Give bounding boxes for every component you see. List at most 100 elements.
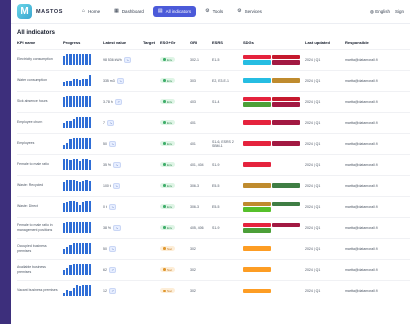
brand-logo[interactable]: M MASTOS	[17, 4, 63, 19]
esg-cell: Env	[160, 174, 190, 196]
table-row[interactable]: Female to male ratio in management posit…	[17, 216, 410, 238]
column-header[interactable]: Last updated	[305, 40, 345, 49]
column-header[interactable]: Progress	[63, 40, 103, 49]
column-header[interactable]: Responsible	[345, 40, 410, 49]
progress-bar	[85, 138, 88, 149]
table-row[interactable]: Sick absence hours 3.78 h ↗ Env 403 S1-4 2024 …	[17, 90, 410, 112]
signin-link[interactable]: Sign	[395, 9, 404, 14]
esg-cell: Env	[160, 195, 190, 217]
nav-item-tools[interactable]: ⚙ Tools	[200, 6, 228, 17]
last-updated: 2024 | Q1	[305, 48, 345, 70]
kpi-name[interactable]: Employee churn	[17, 111, 63, 133]
nav-item-dashboard[interactable]: ▦ Dashboard	[109, 6, 149, 17]
trend-icon: ↘	[112, 161, 121, 168]
esrs-code	[212, 279, 243, 301]
target-cell	[143, 48, 160, 70]
last-updated: 2024 | Q1	[305, 216, 345, 238]
gri-code: 302-1	[190, 48, 212, 70]
progress-bar	[66, 142, 69, 149]
target-cell	[143, 258, 160, 280]
progress-bar	[85, 96, 88, 107]
target-cell	[143, 132, 160, 154]
table-row[interactable]: Water consumption 335 m3 ↘ Env 303 E2, E3.E-1…	[17, 69, 410, 91]
kpi-name[interactable]: Sick absence hours	[17, 90, 63, 112]
kpi-name[interactable]: Female to male ratio	[17, 153, 63, 175]
latest-value-cell: 7 ↘	[103, 111, 143, 133]
target-cell	[143, 174, 160, 196]
gri-code: 403	[190, 90, 212, 112]
logo-icon: M	[17, 4, 32, 19]
nav-item-label: Dashboard	[121, 9, 144, 14]
esrs-code: E2, E3.E-1	[212, 69, 243, 91]
table-row[interactable]: Waste: Direct 0 t ↘ Env 306-3 E5-5 2024 | Q1 ma…	[17, 195, 410, 217]
last-updated: 2024 | Q1	[305, 111, 345, 133]
table-row[interactable]: Vacant business premises 12 ↗ Soc 302 2024 | …	[17, 279, 410, 301]
kpi-name[interactable]: Waste: Direct	[17, 195, 63, 217]
sdgs-cell	[243, 195, 305, 217]
nav-item-label: Services	[244, 9, 262, 14]
responsible-email: martta@datamorall.fi	[345, 216, 410, 238]
column-header[interactable]: KPI name	[17, 40, 63, 49]
latest-value: 335 m3	[103, 78, 115, 83]
sdgs-cell	[243, 111, 305, 133]
esg-label: Soc	[167, 246, 173, 251]
progress-sparkline	[63, 54, 101, 65]
language-selector[interactable]: ◍ English	[370, 9, 390, 15]
nav-item-home[interactable]: ⌂ Home	[77, 6, 105, 17]
sdg-goal-icon	[272, 222, 300, 227]
progress-bar	[69, 81, 72, 86]
kpi-name[interactable]: Occupied business premises	[17, 237, 63, 259]
column-header[interactable]: ESG+Gr	[160, 40, 190, 49]
kpi-name[interactable]: Available business premises	[17, 258, 63, 280]
target-cell	[143, 111, 160, 133]
sdg-goal-icon	[243, 267, 271, 272]
latest-value: 38 %	[103, 225, 111, 230]
column-header[interactable]: SDGs	[243, 40, 305, 49]
progress-sparkline	[63, 75, 101, 86]
progress-bar	[72, 264, 75, 275]
latest-value-cell: 50 ↘	[103, 132, 143, 154]
kpi-name[interactable]: Female to male ratio in management posit…	[17, 216, 63, 238]
table-row[interactable]: Available business premises 62 ↗ Soc 302 2024…	[17, 258, 410, 280]
progress-bar	[63, 97, 66, 107]
kpi-name[interactable]: Employees	[17, 132, 63, 154]
nav-item-services[interactable]: ⚙ Services	[232, 6, 267, 17]
progress-cell	[63, 90, 103, 112]
nav-item-label: Home	[88, 9, 101, 14]
table-row[interactable]: Employee churn 7 ↘ Env 401 2024 | Q1 martta@da…	[17, 111, 410, 133]
esg-badge: Env	[160, 57, 176, 62]
progress-bar	[63, 56, 66, 65]
column-header[interactable]: ESRS	[212, 40, 243, 49]
latest-value-cell: 335 m3 ↘	[103, 69, 143, 91]
column-header[interactable]: Target	[143, 40, 160, 49]
gri-code: 302	[190, 279, 212, 301]
esrs-code	[212, 237, 243, 259]
table-row[interactable]: Employees 50 ↘ Env 401 S1-6, ESRS 2 SBM-1 2024…	[17, 132, 410, 154]
nav-item-all-indicators[interactable]: ▤ All indicators	[152, 6, 197, 17]
gri-code: 401, 404	[190, 153, 212, 175]
esg-dot-icon	[163, 163, 166, 166]
progress-bar	[66, 54, 69, 65]
esrs-code: E1-5	[212, 48, 243, 70]
progress-bar	[69, 201, 72, 212]
progress-bar	[63, 82, 66, 86]
progress-sparkline	[63, 180, 101, 191]
progress-bar	[78, 54, 82, 65]
target-cell	[143, 69, 160, 91]
progress-bar	[72, 243, 75, 254]
sdg-goal-icon	[243, 102, 271, 107]
table-row[interactable]: Waste: Recycled 100 t ↘ Env 306-3 E5-5 2024 | …	[17, 174, 410, 196]
table-row[interactable]: Electricity consumption 98 536 kWh ↘ Env 302…	[17, 48, 410, 70]
last-updated: 2024 | Q1	[305, 237, 345, 259]
table-row[interactable]: Female to male ratio 35 % ↘ Env 401, 404 S1-9…	[17, 153, 410, 175]
progress-bar	[72, 54, 75, 65]
kpi-name[interactable]: Electricity consumption	[17, 48, 63, 70]
kpi-name[interactable]: Water consumption	[17, 69, 63, 91]
kpi-name[interactable]: Vacant business premises	[17, 279, 63, 301]
kpi-name[interactable]: Waste: Recycled	[17, 174, 63, 196]
column-header[interactable]: Latest value	[103, 40, 143, 49]
progress-cell	[63, 258, 103, 280]
column-header[interactable]: GRI	[190, 40, 212, 49]
table-row[interactable]: Occupied business premises 50 ↘ Soc 302 2024 …	[17, 237, 410, 259]
gri-code: 401	[190, 111, 212, 133]
